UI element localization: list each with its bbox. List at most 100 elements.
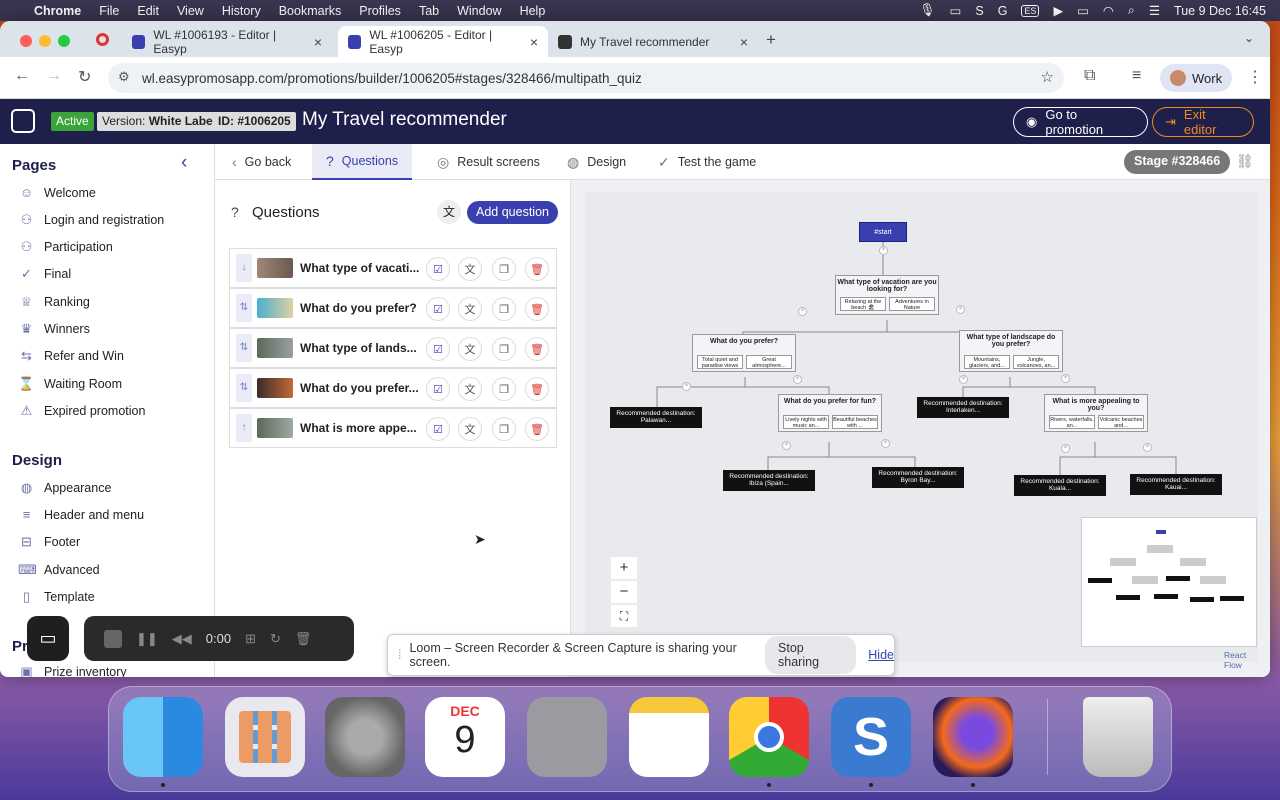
list-item[interactable]: ⇅ What do you prefer? ☑ 文 ❐ 🗑 xyxy=(229,288,557,328)
battery-icon[interactable]: ▭ xyxy=(1077,3,1089,18)
stop-sharing-button[interactable]: Stop sharing xyxy=(765,636,857,674)
profile-button[interactable]: Work xyxy=(1160,64,1232,92)
trash-icon[interactable]: 🗑 xyxy=(295,631,312,647)
trash-icon[interactable]: 🗑 xyxy=(525,377,549,401)
checkbox-icon[interactable]: ☑ xyxy=(426,257,450,281)
recording-icon[interactable] xyxy=(96,33,109,46)
menu-profiles[interactable]: Profiles xyxy=(359,4,401,18)
forward-arrow-icon[interactable]: → xyxy=(46,67,62,85)
drag-handle-icon[interactable]: ⇅ xyxy=(236,374,252,402)
menu-view[interactable]: View xyxy=(177,4,204,18)
menu-edit[interactable]: Edit xyxy=(137,4,159,18)
menu-history[interactable]: History xyxy=(222,4,261,18)
delete-edge-icon[interactable]: × xyxy=(798,307,807,316)
flow-node-question[interactable]: What is more appealing to you? Rivers, w… xyxy=(1044,394,1148,432)
stop-icon[interactable] xyxy=(104,629,122,648)
close-tab-icon[interactable]: × xyxy=(530,34,538,50)
wifi-icon[interactable]: ◠ xyxy=(1103,3,1114,18)
tab-search-chevron-icon[interactable]: ⌄ xyxy=(1244,31,1254,45)
sidebar-item-advanced[interactable]: ⌨ Advanced xyxy=(18,562,100,578)
menu-file[interactable]: File xyxy=(99,4,119,18)
loom-camera-button[interactable]: ▭ xyxy=(27,616,69,661)
react-flow-attribution[interactable]: React Flow xyxy=(1224,650,1258,670)
copy-icon[interactable]: ❐ xyxy=(492,297,516,321)
restart-icon[interactable]: ↻ xyxy=(270,631,281,647)
checkbox-icon[interactable]: ☑ xyxy=(426,337,450,361)
notes-icon[interactable] xyxy=(629,697,709,777)
play-icon[interactable]: ▶ xyxy=(1053,3,1063,18)
drag-handle-icon[interactable]: ↑ xyxy=(236,414,252,442)
url-field[interactable]: ⚙ wl.easypromosapp.com/promotions/builde… xyxy=(108,63,1064,93)
delete-edge-icon[interactable]: × xyxy=(1061,374,1070,383)
collapse-sidebar-chevron-icon[interactable]: ‹ xyxy=(181,152,187,174)
flow-node-question[interactable]: What type of landscape do you prefer? Mo… xyxy=(959,330,1063,372)
control-center-icon[interactable]: ☰ xyxy=(1149,3,1160,18)
minimize-window-button[interactable] xyxy=(39,35,51,47)
flow-node-question[interactable]: What do you prefer for fun? Lively night… xyxy=(778,394,882,432)
list-item[interactable]: ↓ What type of vacati... ☑ 文 ❐ 🗑 xyxy=(229,248,557,288)
translate-icon[interactable]: 文 xyxy=(458,417,482,441)
list-item[interactable]: ⇅ What type of lands... ☑ 文 ❐ 🗑 xyxy=(229,328,557,368)
flow-node-start[interactable]: #start xyxy=(859,222,907,242)
drag-handle-icon[interactable]: ⇅ xyxy=(236,294,252,322)
microphone-icon[interactable]: 🎙 xyxy=(920,3,936,18)
pause-icon[interactable]: ❚❚ xyxy=(136,631,158,647)
checkbox-icon[interactable]: ☑ xyxy=(426,417,450,441)
screen-share-icon[interactable]: ▭ xyxy=(950,3,962,18)
menu-bookmarks[interactable]: Bookmarks xyxy=(279,4,342,18)
delete-edge-icon[interactable]: × xyxy=(1061,444,1070,453)
delete-edge-icon[interactable]: × xyxy=(956,305,965,314)
tab-editor-1006205[interactable]: WL #1006205 - Editor | Easyp × xyxy=(338,26,548,57)
checkbox-icon[interactable]: ☑ xyxy=(426,297,450,321)
trash-icon[interactable]: 🗑 xyxy=(525,417,549,441)
trash-icon[interactable] xyxy=(1083,697,1153,777)
tab-result-screens[interactable]: ◎ Result screens xyxy=(437,144,540,180)
grammarly-icon[interactable]: G xyxy=(998,4,1008,18)
input-source-badge[interactable]: ES xyxy=(1021,4,1040,17)
extensions-icon[interactable]: ⧉ xyxy=(1084,67,1095,85)
sidebar-item-winners[interactable]: ♛ Winners xyxy=(18,321,90,337)
flow-node-result[interactable]: Recommended destination: Interlaken... xyxy=(917,397,1009,418)
flow-viewport[interactable]: #start × What type of vacation are you l… xyxy=(585,192,1258,670)
copy-icon[interactable]: ❐ xyxy=(492,337,516,361)
trash-icon[interactable]: 🗑 xyxy=(525,297,549,321)
bookmark-star-icon[interactable]: ☆ xyxy=(1041,68,1054,86)
back-arrow-icon[interactable]: ← xyxy=(14,67,30,85)
flow-node-result[interactable]: Recommended destination: Ibiza (Spain... xyxy=(723,470,815,491)
sidebar-item-waiting-room[interactable]: ⌛ Waiting Room xyxy=(18,376,122,392)
menubar-clock[interactable]: Tue 9 Dec 16:45 xyxy=(1174,4,1266,18)
link-icon[interactable]: ⛓ xyxy=(1236,153,1254,170)
snagit-icon[interactable]: S xyxy=(975,4,983,18)
sidebar-item-login[interactable]: ⚇ Login and registration xyxy=(18,212,165,228)
site-settings-icon[interactable]: ⚙ xyxy=(118,69,130,85)
flow-node-question[interactable]: What type of vacation are you looking fo… xyxy=(835,275,939,315)
delete-edge-icon[interactable]: × xyxy=(879,246,888,255)
draw-icon[interactable]: ⊞ xyxy=(245,631,256,647)
tab-editor-1006193[interactable]: WL #1006193 - Editor | Easyp × xyxy=(122,26,332,57)
close-tab-icon[interactable]: × xyxy=(314,34,322,50)
zoom-out-button[interactable]: − xyxy=(611,581,637,603)
checkbox-icon[interactable]: ☑ xyxy=(426,377,450,401)
flow-node-result[interactable]: Recommended destination: Kuala... xyxy=(1014,475,1106,496)
menu-help[interactable]: Help xyxy=(520,4,546,18)
sidebar-item-template[interactable]: ▯ Template xyxy=(18,589,95,605)
easypromos-logo-icon[interactable] xyxy=(11,109,35,133)
flow-node-result[interactable]: Recommended destination: Kauai... xyxy=(1130,474,1222,495)
sidebar-item-welcome[interactable]: ☺ Welcome xyxy=(18,185,96,200)
drag-handle-icon[interactable]: ⇅ xyxy=(236,334,252,362)
sidebar-item-participation[interactable]: ⚇ Participation xyxy=(18,239,113,255)
copy-icon[interactable]: ❐ xyxy=(492,417,516,441)
translate-icon[interactable]: 文 xyxy=(437,200,461,224)
calendar-icon[interactable]: DEC 9 xyxy=(425,697,505,777)
menu-app-name[interactable]: Chrome xyxy=(34,4,81,18)
drag-grip-icon[interactable]: ⁞ xyxy=(398,648,401,662)
tab-questions[interactable]: ? Questions xyxy=(312,144,413,180)
sidebar-item-expired-promotion[interactable]: ⚠ Expired promotion xyxy=(18,403,146,419)
translate-icon[interactable]: 文 xyxy=(458,377,482,401)
hide-link[interactable]: Hide xyxy=(868,648,894,662)
sidebar-item-appearance[interactable]: ◍ Appearance xyxy=(18,480,112,496)
flow-node-question[interactable]: What do you prefer? Total quiet and para… xyxy=(692,334,796,372)
list-item[interactable]: ⇅ What do you prefer... ☑ 文 ❐ 🗑 xyxy=(229,368,557,408)
delete-edge-icon[interactable]: × xyxy=(959,375,968,384)
delete-edge-icon[interactable]: × xyxy=(782,441,791,450)
